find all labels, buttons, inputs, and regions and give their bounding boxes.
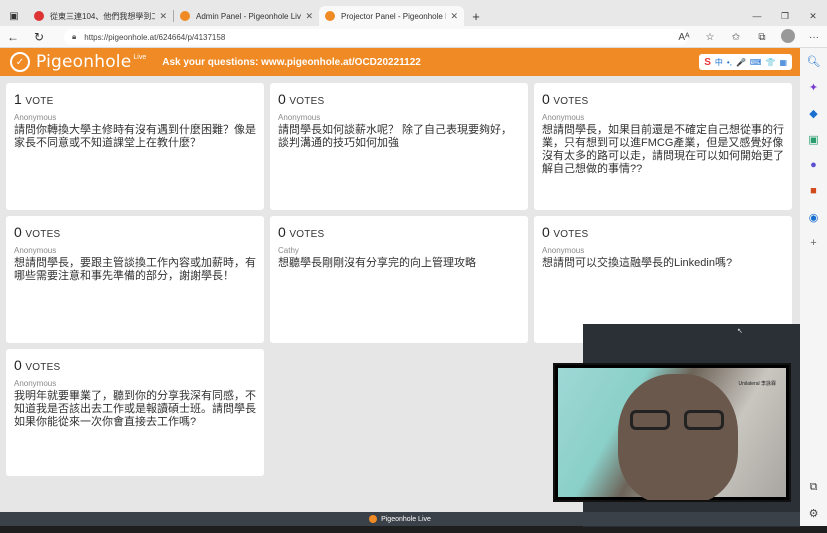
tab-title: Admin Panel - Pigeonhole Live [196, 11, 302, 21]
question-text: 想請問學長，如果目前還是不確定自己想從事的行業，只有想到可以進FMCG產業，但是… [542, 124, 784, 175]
presenter-face [618, 374, 738, 500]
favorite-star-icon[interactable]: ☆ [697, 32, 723, 43]
close-window-button[interactable]: ✕ [799, 6, 827, 26]
question-card: 0 VOTES Anonymous 請問學長如何談薪水呢？ 除了自己表現要夠好，… [270, 83, 528, 210]
tab-favicon-icon [180, 11, 190, 21]
logo-live: Live [133, 53, 147, 61]
address-bar-row: ← ↻ 🔒︎ https://pigeonhole.at/624664/p/41… [0, 26, 827, 48]
question-card: 0 VOTES Anonymous 想請問學長，如果目前還是不確定自己想從事的行… [534, 83, 792, 210]
question-text: 請問學長如何談薪水呢？ 除了自己表現要夠好，談判溝通的技巧如何加強 [278, 124, 513, 149]
question-card: 1 VOTE Anonymous 請問你轉換大學主修時有沒有遇到什麼困難？像是家… [6, 83, 264, 210]
question-author: Anonymous [14, 113, 57, 122]
ime-grid-icon[interactable]: ▦ [779, 58, 787, 67]
question-author: Anonymous [278, 113, 321, 122]
new-tab-button[interactable]: + [464, 6, 488, 26]
games-icon[interactable]: ● [800, 152, 827, 178]
webcam-video[interactable]: Unilateral 李詠霖 [553, 363, 791, 502]
settings-gear-icon[interactable]: ⚙ [800, 500, 827, 526]
add-icon[interactable]: + [800, 230, 827, 256]
tools-icon[interactable]: ▣ [800, 126, 827, 152]
ime-punct-icon[interactable]: •, [727, 58, 732, 67]
question-text: 想請問可以交換這融學長的Linkedin嗎? [542, 257, 733, 269]
tab-actions-icon[interactable]: ▣ [0, 6, 28, 26]
ime-toolbar: S 中 •, 🎤 ⌨ 👕 ▦ [699, 54, 792, 70]
favorites-icon[interactable]: ✩ [723, 32, 749, 43]
url-text: https://pigeonhole.at/624664/p/4137158 [84, 32, 226, 42]
vote-count: 0 VOTES [278, 224, 325, 240]
back-button[interactable]: ← [0, 26, 26, 48]
sparkle-icon[interactable]: ✦ [800, 74, 827, 100]
tab-1[interactable]: 從東三連104、他們我想學到工作 ✕ [28, 6, 173, 26]
split-screen-icon[interactable]: ⧉ [800, 474, 827, 500]
tab-2[interactable]: Admin Panel - Pigeonhole Live ✕ [174, 6, 319, 26]
vote-count: 0 VOTES [542, 91, 589, 107]
ime-mic-icon[interactable]: 🎤 [736, 58, 746, 67]
vote-count: 0 VOTES [14, 357, 61, 373]
ime-logo-icon[interactable]: S [704, 57, 711, 68]
close-tab-icon[interactable]: ✕ [159, 11, 167, 22]
collections-icon[interactable]: ⧉ [749, 32, 775, 43]
tab-title: 從東三連104、他們我想學到工作 [50, 11, 156, 21]
search-icon[interactable]: 🔍︎ [800, 48, 827, 74]
mouse-cursor-icon: ↖ [737, 328, 743, 335]
question-text: 想聽學長剛剛沒有分享完的向上管理攻略 [278, 257, 476, 269]
question-author: Anonymous [14, 379, 57, 388]
read-aloud-icon[interactable]: Aᴬ [671, 32, 697, 43]
question-card: 0 VOTES Anonymous 我明年就要畢業了，聽到你的分享我深有同感，不… [6, 349, 264, 476]
pigeonhole-logo: ✓ Pigeonhole Live [10, 52, 146, 72]
footer-bar: Pigeonhole Live [0, 512, 800, 526]
profile-avatar[interactable] [775, 28, 801, 46]
window-controls: — ❐ ✕ [743, 6, 827, 26]
question-text: 請問你轉換大學主修時有沒有遇到什麼困難？像是家長不同意或不知道課堂上在教什麼？ [14, 124, 256, 149]
question-author: Anonymous [542, 113, 585, 122]
ime-skin-icon[interactable]: 👕 [765, 58, 775, 67]
sidebar-spacer [800, 256, 827, 474]
refresh-button[interactable]: ↻ [26, 26, 52, 48]
edge-sidebar: 🔍︎ ✦ ◆ ▣ ● ■ ◉ + ⧉ ⚙ [800, 48, 827, 526]
vote-count: 1 VOTE [14, 91, 54, 107]
browser-tab-bar: ▣ 從東三連104、他們我想學到工作 ✕ Admin Panel - Pigeo… [0, 6, 827, 26]
minimize-button[interactable]: — [743, 6, 771, 26]
question-card: 0 VOTES Cathy 想聽學長剛剛沒有分享完的向上管理攻略 [270, 216, 528, 343]
question-author: Cathy [278, 246, 299, 255]
logo-text: Pigeonhole [36, 52, 132, 72]
shopping-tag-icon[interactable]: ◆ [800, 100, 827, 126]
pigeonhole-footer-icon [369, 515, 378, 523]
close-tab-icon[interactable]: ✕ [450, 11, 458, 22]
question-card: 0 VOTES Anonymous 想請問學長，要跟主管談換工作內容或加薪時，有… [6, 216, 264, 343]
question-author: Anonymous [542, 246, 585, 255]
glasses-shape [630, 410, 730, 432]
tab-title: Projector Panel - Pigeonhole Liv [341, 11, 447, 21]
toolbar-right: Aᴬ ☆ ✩ ⧉ ··· [671, 26, 827, 48]
footer-brand: Pigeonhole Live [381, 515, 431, 523]
tab-favicon-icon [34, 11, 44, 21]
vote-count: 0 VOTES [542, 224, 589, 240]
header-bar: ✓ Pigeonhole Live Ask your questions: ww… [0, 48, 800, 76]
tab-3-active[interactable]: Projector Panel - Pigeonhole Liv ✕ [319, 6, 464, 26]
lock-icon[interactable]: 🔒︎ [72, 32, 76, 42]
ime-keyboard-icon[interactable]: ⌨ [750, 58, 762, 67]
ime-chinese-toggle[interactable]: 中 [715, 57, 723, 68]
pigeon-logo-icon: ✓ [10, 52, 30, 72]
question-text: 我明年就要畢業了，聽到你的分享我深有同感，不知道我是否該出去工作或是報讀碩士班。… [14, 390, 256, 428]
question-author: Anonymous [14, 246, 57, 255]
office-icon[interactable]: ■ [800, 178, 827, 204]
question-text: 想請問學長，要跟主管談換工作內容或加薪時，有哪些需要注意和事先準備的部分，謝謝學… [14, 257, 256, 282]
url-field[interactable]: 🔒︎ https://pigeonhole.at/624664/p/413715… [64, 29, 688, 45]
webcam-feed: Unilateral 李詠霖 [558, 368, 786, 500]
more-menu-icon[interactable]: ··· [801, 32, 827, 43]
close-tab-icon[interactable]: ✕ [305, 11, 313, 22]
ask-questions-text: Ask your questions: www.pigeonhole.at/OC… [162, 56, 421, 68]
tab-favicon-icon [325, 11, 335, 21]
outlook-icon[interactable]: ◉ [800, 204, 827, 230]
video-participant-label: Unilateral 李詠霖 [738, 381, 776, 387]
vote-count: 0 VOTES [278, 91, 325, 107]
restore-button[interactable]: ❐ [771, 6, 799, 26]
vote-count: 0 VOTES [14, 224, 61, 240]
